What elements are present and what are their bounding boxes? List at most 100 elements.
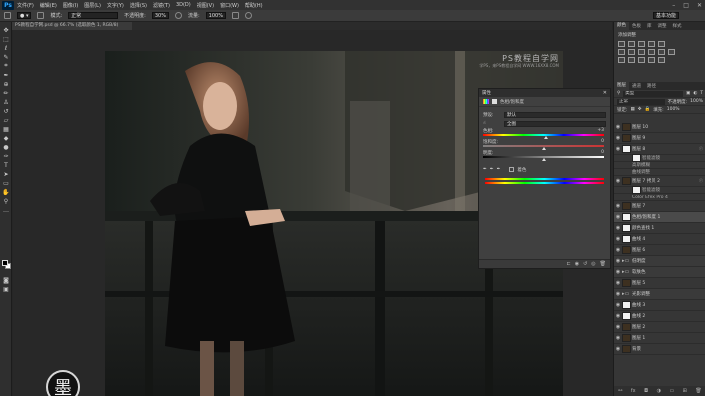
flow-field[interactable]: 100% xyxy=(205,12,226,19)
layer-row[interactable]: ◉ 图层 2 xyxy=(614,322,705,333)
visibility-icon[interactable]: ◎ xyxy=(591,261,595,267)
menu-item[interactable]: 窗口(W) xyxy=(220,2,239,9)
opacity-field[interactable]: 30% xyxy=(151,12,169,19)
slider-value[interactable]: +3 xyxy=(597,128,604,133)
visibility-eye-icon[interactable]: ◉ xyxy=(614,135,622,141)
layer-row[interactable]: ◉ 图层 1 xyxy=(614,333,705,344)
curves-icon[interactable] xyxy=(638,41,645,47)
lasso-tool-icon[interactable]: ℓ xyxy=(2,44,10,52)
slider-thumb[interactable] xyxy=(541,158,546,161)
pressure-opacity-icon[interactable] xyxy=(174,12,182,19)
slider-value[interactable]: 0 xyxy=(601,139,604,144)
new-layer-icon[interactable]: ⊞ xyxy=(683,388,687,394)
layer-row[interactable]: ◉ 图层 5 xyxy=(614,278,705,289)
visibility-eye-icon[interactable]: ◉ xyxy=(614,313,622,319)
lock-position-icon[interactable]: ✥ xyxy=(638,107,642,112)
minimize-button[interactable]: – xyxy=(672,2,675,9)
color-balance-icon[interactable] xyxy=(628,49,635,55)
marquee-tool-icon[interactable]: ⬚ xyxy=(2,35,10,43)
black-white-icon[interactable] xyxy=(638,49,645,55)
brush-tool-icon[interactable] xyxy=(4,12,11,19)
dodge-tool-icon[interactable]: ● xyxy=(2,143,10,151)
type-tool-icon[interactable]: T xyxy=(2,161,10,169)
layer-row[interactable]: 智能滤镜 xyxy=(614,186,705,194)
visibility-eye-icon[interactable]: ◉ xyxy=(614,247,622,253)
filter-search-icon[interactable]: ⚲ xyxy=(617,91,620,96)
slider-value[interactable]: 0 xyxy=(601,150,604,155)
layer-row[interactable]: ◉ 图层 7 拷贝 2 ⓕ xyxy=(614,176,705,187)
visibility-eye-icon[interactable]: ◉ xyxy=(614,280,622,286)
add-mask-icon[interactable]: ◘ xyxy=(644,388,648,394)
path-select-tool-icon[interactable]: ➤ xyxy=(2,170,10,178)
fill-field[interactable]: 100% xyxy=(667,107,680,112)
layer-row[interactable]: ◉ 图层 6 xyxy=(614,245,705,256)
visibility-eye-icon[interactable]: ◉ xyxy=(614,236,622,242)
visibility-eye-icon[interactable]: ◉ xyxy=(614,146,622,152)
color-lookup-icon[interactable] xyxy=(668,49,675,55)
gradient-map-icon[interactable] xyxy=(658,57,665,63)
preset-select[interactable]: 默认 xyxy=(504,111,606,118)
menu-item[interactable]: 编辑(E) xyxy=(40,2,57,9)
panel-tab[interactable]: 调整 xyxy=(655,23,670,29)
threshold-icon[interactable] xyxy=(638,57,645,63)
channel-mixer-icon[interactable] xyxy=(658,49,665,55)
panel-tab[interactable]: 图层 xyxy=(614,82,629,90)
healing-brush-tool-icon[interactable]: ⊕ xyxy=(2,80,10,88)
shape-tool-icon[interactable]: ▭ xyxy=(2,179,10,187)
brush-tool-icon[interactable]: ✏ xyxy=(2,89,10,97)
visibility-eye-icon[interactable]: ◉ xyxy=(614,178,622,184)
brush-preset-picker[interactable]: ● ▾ xyxy=(17,12,32,19)
layer-row[interactable]: ◉ 图层 8 ⓕ xyxy=(614,144,705,155)
menu-item[interactable]: 文字(Y) xyxy=(107,2,124,9)
more-tools-icon[interactable]: … xyxy=(2,206,10,214)
menu-item[interactable]: 图层(L) xyxy=(84,2,101,9)
eyedropper-tool-icon[interactable]: ✒ xyxy=(2,71,10,79)
new-group-icon[interactable]: ▭ xyxy=(669,388,674,394)
link-layers-icon[interactable]: ⚯ xyxy=(618,388,622,394)
layer-group-row[interactable]: ◉ ▸▭ 低明度 xyxy=(614,256,705,267)
channel-select[interactable]: 全图 xyxy=(504,120,606,127)
panel-tab[interactable]: 通道 xyxy=(629,83,644,89)
levels-icon[interactable] xyxy=(628,41,635,47)
panel-tab[interactable]: 样式 xyxy=(670,23,685,29)
photo-filter-icon[interactable] xyxy=(648,49,655,55)
blur-tool-icon[interactable]: ◆ xyxy=(2,134,10,142)
clip-to-layer-icon[interactable]: ⊏ xyxy=(566,261,570,267)
vibrance-icon[interactable] xyxy=(658,41,665,47)
hue-saturation-adjust-icon[interactable] xyxy=(618,49,625,55)
filter-adjust-icon[interactable]: ◐ xyxy=(693,91,697,96)
properties-tab[interactable]: 属性 xyxy=(482,90,491,96)
visibility-eye-icon[interactable]: ◉ xyxy=(614,346,622,352)
eraser-tool-icon[interactable]: ▱ xyxy=(2,116,10,124)
pen-tool-icon[interactable]: ✑ xyxy=(2,152,10,160)
panel-tab[interactable]: 路径 xyxy=(644,83,659,89)
document-tab[interactable]: PS教程自学网.psd @ 66.7% (选取颜色 1, RGB/8) xyxy=(12,22,132,30)
panel-tab[interactable]: 库 xyxy=(644,23,655,29)
brush-panel-icon[interactable] xyxy=(37,12,45,19)
quick-mask-icon[interactable]: ◙ xyxy=(2,276,10,284)
properties-panel-header[interactable]: 属性 ✕ xyxy=(479,89,610,97)
layer-group-row[interactable]: ◉ ▸▭ 光影调整 xyxy=(614,289,705,300)
quick-select-tool-icon[interactable]: ✎ xyxy=(2,53,10,61)
menu-item[interactable]: 3D(D) xyxy=(176,2,191,9)
layer-row[interactable]: ◉ 图层 9 xyxy=(614,133,705,144)
menu-item[interactable]: 视图(V) xyxy=(197,2,214,9)
visibility-eye-icon[interactable]: ◉ xyxy=(614,335,622,341)
view-previous-icon[interactable]: ◉ xyxy=(575,261,579,267)
clone-stamp-tool-icon[interactable]: ♙ xyxy=(2,98,10,106)
layer-row[interactable]: ◉ 曲线 2 xyxy=(614,311,705,322)
invert-icon[interactable] xyxy=(618,57,625,63)
posterize-icon[interactable] xyxy=(628,57,635,63)
layer-row[interactable]: 曲线调整 xyxy=(614,169,705,176)
layer-effects-icon[interactable]: ⓕ xyxy=(699,178,703,184)
airbrush-icon[interactable] xyxy=(231,12,239,19)
history-brush-tool-icon[interactable]: ↺ xyxy=(2,107,10,115)
targeted-adjust-icon[interactable]: ☝ xyxy=(483,121,501,126)
filter-pixel-icon[interactable]: ▣ xyxy=(686,91,690,96)
hand-tool-icon[interactable]: ✋ xyxy=(2,188,10,196)
workspace-select[interactable]: 基本功能 xyxy=(652,12,679,19)
selective-color-icon[interactable] xyxy=(648,57,655,63)
mode-select[interactable]: 正常 xyxy=(68,12,119,19)
visibility-eye-icon[interactable]: ◉ xyxy=(614,258,622,264)
layer-kind-filter[interactable]: 类型 xyxy=(623,90,684,97)
